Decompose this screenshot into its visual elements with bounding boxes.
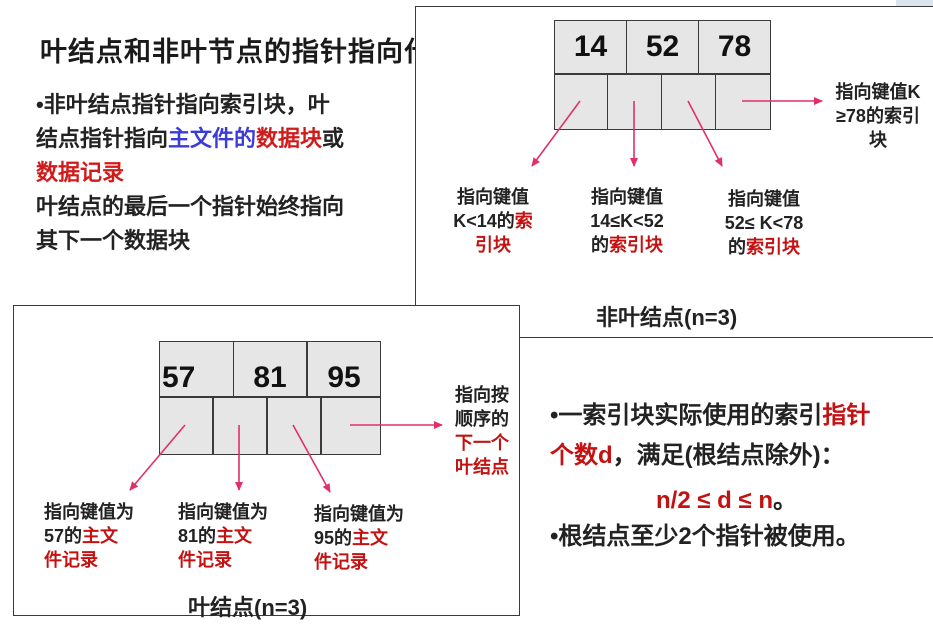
label-line: 指向键值为 xyxy=(44,502,134,522)
nonleaf-caption: 非叶结点(n=3) xyxy=(596,305,738,330)
nonleaf-pointer1-label: 指向键值 K<14的索 引块 xyxy=(438,185,548,257)
label-highlight: 索引块 xyxy=(746,237,800,257)
label-line: 52≤ K<78 xyxy=(724,213,804,233)
label-text: 的 xyxy=(591,235,609,255)
leaf-caption: 叶结点(n=3) xyxy=(188,595,308,620)
side-line-3: •根结点至少2个指针被使用。 xyxy=(550,523,860,550)
label-line: 的索引块 xyxy=(704,235,824,259)
leaf-pointer-cell xyxy=(267,397,321,455)
bullet-text: 或 xyxy=(322,126,345,151)
nonleaf-key-cell: 52 xyxy=(626,20,699,74)
nonleaf-pointer2-label: 指向键值 14≤K<52 的索引块 xyxy=(572,185,682,257)
leaf-pointer3-label: 指向键值为 95的主文 件记录 xyxy=(314,502,434,574)
label-line: 指向键值 xyxy=(457,187,529,207)
bullet-line-5: 其下一个数据块 xyxy=(36,228,191,253)
nonleaf-pointer-cell xyxy=(661,74,716,130)
side-line-2: 个数d，满足(根结点除外)： xyxy=(550,436,930,476)
leaf-pointer1-label: 指向键值为 57的主文 件记录 xyxy=(44,500,164,572)
nonleaf-pointer3-label: 指向键值 52≤ K<78 的索引块 xyxy=(704,187,824,259)
leaf-pointer-cell xyxy=(159,397,213,455)
side-highlight: 指针 xyxy=(822,402,871,429)
page-title: 叶结点和非叶节点的指针指向什么? xyxy=(40,37,478,67)
label-line: 14≤K<52 xyxy=(590,211,664,231)
label-line: 的索引块 xyxy=(572,233,682,257)
label-line: 指向按 xyxy=(455,385,509,405)
label-line: 指向键值 xyxy=(728,189,800,209)
leaf-next-pointer-label: 指向按 顺序的 下一个 叶结点 xyxy=(446,383,518,479)
highlight-data-block: 数据块 xyxy=(256,126,323,151)
label-highlight: 件记录 xyxy=(178,550,232,570)
label-line: 57的主文 xyxy=(44,524,164,548)
leaf-key-cell: 57 xyxy=(159,341,235,397)
label-highlight: 主文 xyxy=(216,526,253,546)
label-line: 指向键值为 xyxy=(178,502,268,522)
nonleaf-pointer4-label: 指向键值K ≥78的索引 块 xyxy=(824,80,932,152)
nonleaf-pointer-cell xyxy=(607,74,662,130)
label-highlight: 索 xyxy=(514,211,533,231)
highlight-data-record: 数据记录 xyxy=(36,160,125,185)
side-text: ，满足(根结点除外)： xyxy=(612,442,845,469)
bullet-line-4: 叶结点的最后一个指针始终指向 xyxy=(36,194,345,219)
highlight-main-file: 主文件的 xyxy=(168,126,257,151)
label-line: K<14的索 xyxy=(438,209,548,233)
leaf-pointer-cell xyxy=(213,397,267,455)
formula-end: 。 xyxy=(773,487,798,514)
label-text: K<14的 xyxy=(453,211,515,231)
nonleaf-key-cell: 78 xyxy=(698,20,771,74)
label-highlight: 主文 xyxy=(352,528,389,548)
label-text: 81的 xyxy=(178,526,217,546)
label-text: 57的 xyxy=(44,526,83,546)
label-line: 95的主文 xyxy=(314,526,434,550)
label-highlight: 主文 xyxy=(82,526,119,546)
label-highlight: 件记录 xyxy=(314,552,368,572)
fanout-formula: n/2 ≤ d ≤ n。 xyxy=(656,480,797,515)
label-highlight: 引块 xyxy=(475,235,511,255)
nonleaf-pointer-cell xyxy=(554,74,608,130)
label-highlight: 件记录 xyxy=(44,550,98,570)
formula-text: n/2 ≤ d ≤ n xyxy=(656,487,774,514)
label-line: 指向键值为 xyxy=(314,504,404,524)
side-line-1: •一索引块实际使用的索引指针 xyxy=(550,396,930,436)
label-line: 81的主文 xyxy=(178,524,298,548)
bullet-text: 结点指针指向 xyxy=(36,126,169,151)
label-text: 的 xyxy=(728,237,746,257)
label-line: 顺序的 xyxy=(455,409,509,429)
label-text: 95的 xyxy=(314,528,353,548)
label-highlight: 下一个 xyxy=(455,433,509,453)
intro-bullets: •非叶结点指针指向索引块，叶 结点指针指向主文件的数据块或 数据记录 叶结点的最… xyxy=(36,88,344,258)
nonleaf-key-cell: 14 xyxy=(554,20,627,74)
label-line: ≥78的索引 xyxy=(836,106,920,126)
leaf-pointer2-label: 指向键值为 81的主文 件记录 xyxy=(178,500,298,572)
leaf-key-cell: 81 xyxy=(233,341,307,397)
nonleaf-pointer-cell xyxy=(715,74,771,130)
side-text: •一索引块实际使用的索引 xyxy=(550,402,823,429)
side-highlight: 个数d xyxy=(550,442,613,469)
leaf-key-cell: 95 xyxy=(307,341,381,397)
label-highlight: 叶结点 xyxy=(455,457,509,477)
bullet-line-2: 结点指针指向主文件的数据块或 xyxy=(36,122,344,156)
label-line: 指向键值 xyxy=(591,187,663,207)
label-line: 块 xyxy=(869,130,887,150)
bullet-line-1: •非叶结点指针指向索引块，叶 xyxy=(36,92,330,117)
side-notes: •一索引块实际使用的索引指针 个数d，满足(根结点除外)： xyxy=(550,396,930,476)
label-line: 指向键值K xyxy=(835,82,921,102)
label-highlight: 索引块 xyxy=(609,235,663,255)
leaf-pointer-cell xyxy=(321,397,381,455)
